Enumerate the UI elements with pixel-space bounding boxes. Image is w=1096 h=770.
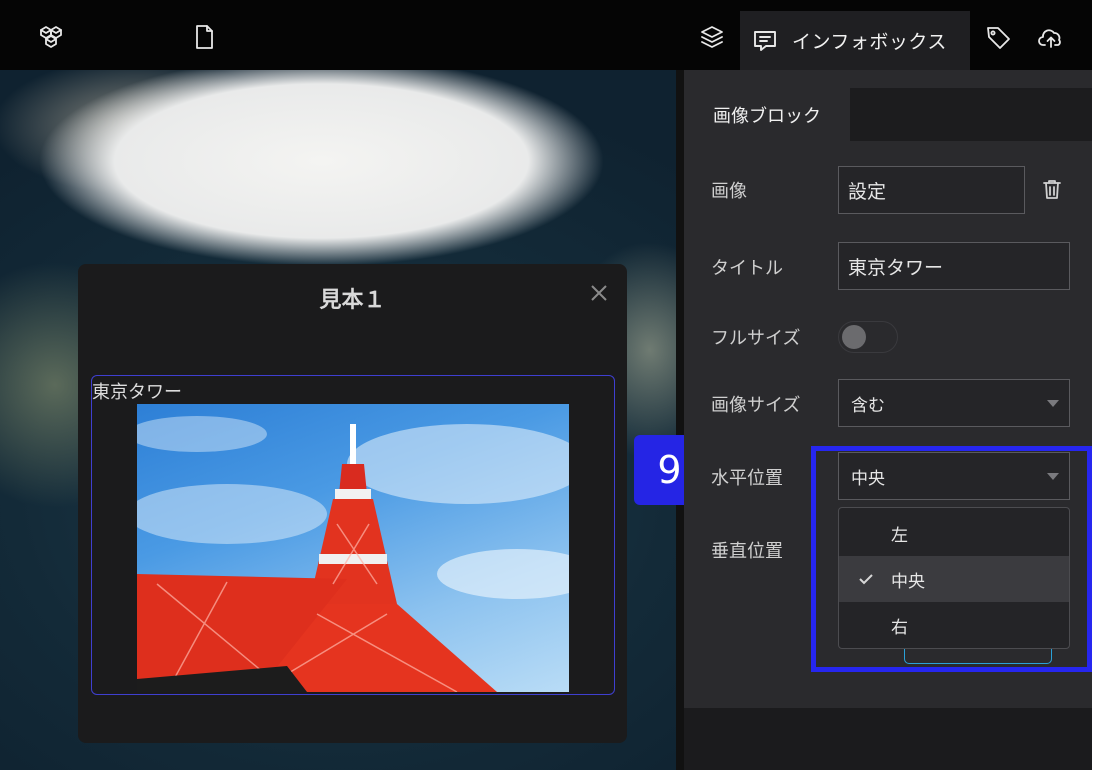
image-size-label: 画像サイズ [711,395,801,416]
fullsize-label: フルサイズ [711,328,801,349]
title-label: タイトル [711,258,783,279]
map-divider [676,70,684,770]
subtab-bar: 画像ブロック [684,88,1092,141]
image-label: 画像 [711,181,747,202]
dialog-title: 見本１ [319,288,386,313]
image-size-select[interactable]: 含む [838,379,1070,427]
chevron-down-icon [1047,400,1059,407]
toggle-knob [842,325,866,349]
top-toolbar: インフォボックス [0,0,1092,70]
tab-infobox-label: インフォボックス [792,31,947,53]
highlight-box [811,446,1092,672]
cloud-upload-icon[interactable] [1034,20,1068,54]
panel-footer-area [684,708,1092,770]
fullsize-toggle[interactable] [838,321,898,353]
tab-image-block[interactable]: 画像ブロック [684,88,850,141]
infobox-icon [754,30,776,51]
h-position-label: 水平位置 [711,468,783,489]
tab-infobox[interactable]: インフォボックス [740,11,970,70]
title-input[interactable]: 東京タワー [838,242,1070,290]
image-setting-field[interactable]: 設定 [838,166,1025,214]
close-icon[interactable] [586,280,612,306]
tokyo-tower-image [137,404,569,692]
image-block-title: 東京タワー [92,382,182,403]
infobox-preview-dialog: 見本１ 東京タワー [78,264,627,743]
trash-icon[interactable] [1040,177,1066,203]
image-size-value: 含む [851,395,885,416]
image-block[interactable]: 東京タワー [91,375,615,695]
cubes-icon[interactable] [34,20,68,54]
v-position-label: 垂直位置 [711,541,783,562]
app-root: インフォボックス 見本１ 東京タワー 9 画像ブロック 画像 設定 タイトル 東… [0,0,1092,770]
layers-icon[interactable] [695,20,729,54]
tag-icon[interactable] [981,20,1015,54]
file-icon[interactable] [187,20,221,54]
